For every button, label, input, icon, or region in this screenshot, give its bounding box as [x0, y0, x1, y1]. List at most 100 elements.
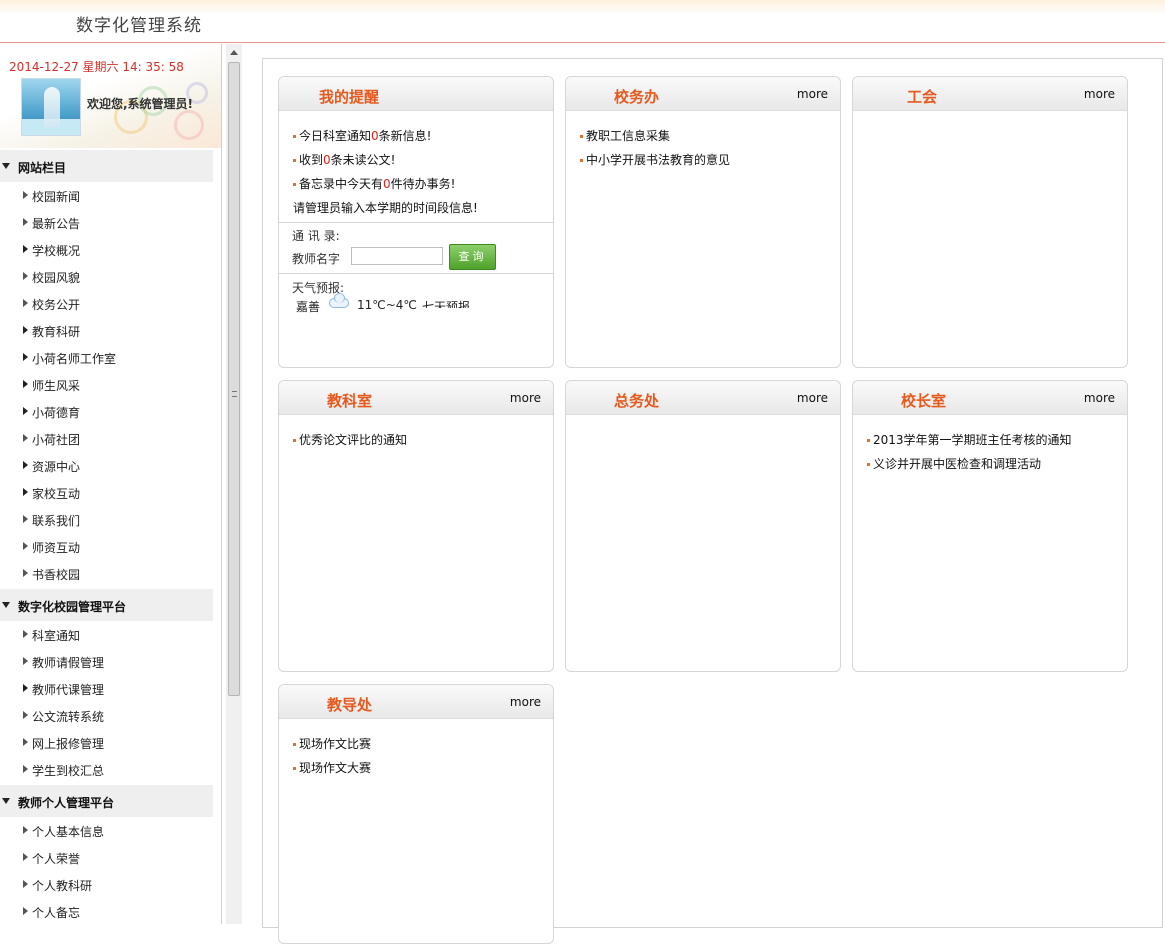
menu-item-label: 家校互动	[32, 487, 81, 501]
menu-item[interactable]: 师生风采	[0, 371, 221, 398]
caret-down-icon	[2, 798, 10, 804]
menu-item[interactable]: 校园风貌	[0, 263, 221, 290]
menu-item-label: 小荷名师工作室	[32, 352, 117, 366]
menu-item-label: 校务公开	[32, 298, 81, 312]
panel-header: 校长室 more	[853, 381, 1127, 415]
menu-item-label: 联系我们	[32, 514, 81, 528]
menu-item-label: 最新公告	[32, 217, 81, 231]
panel-school-affairs: 校务办 more 教职工信息采集 中小学开展书法教育的意见	[565, 76, 841, 368]
menu-item[interactable]: 校园新闻	[0, 182, 221, 209]
menu-item[interactable]: 个人教科研	[0, 871, 221, 898]
caret-right-icon	[23, 684, 28, 692]
panel-title: 校务办	[614, 88, 660, 106]
menu-item-label: 个人教科研	[32, 879, 93, 893]
caret-right-icon	[23, 326, 28, 334]
list-item[interactable]: 收到0条未读公文!	[291, 151, 478, 175]
list-item[interactable]: 义诊并开展中医检查和调理活动	[865, 455, 1072, 479]
user-info-box: 2014-12-27 星期六 14: 35: 58 欢迎您,系统管理员!	[0, 44, 221, 148]
menu-item[interactable]: 联系我们	[0, 506, 221, 533]
menu-item[interactable]: 家校互动	[0, 479, 221, 506]
decorative-rings	[110, 80, 220, 148]
news-list: 2013学年第一学期班主任考核的通知 义诊并开展中医检查和调理活动	[865, 431, 1072, 479]
menu-item[interactable]: 小荷名师工作室	[0, 344, 221, 371]
menu-item[interactable]: 个人基本信息	[0, 817, 221, 844]
menu-item-label: 个人基本信息	[32, 825, 105, 839]
menu-item-label: 校园风貌	[32, 271, 81, 285]
menu-item-label: 学校概况	[32, 244, 81, 258]
menu-item[interactable]: 小荷社团	[0, 425, 221, 452]
menu-item[interactable]: 网上报修管理	[0, 729, 221, 756]
teacher-name-input[interactable]	[351, 247, 443, 265]
seven-day-forecast-link[interactable]: 七天预报	[422, 298, 470, 308]
panel-header: 我的提醒	[279, 77, 553, 111]
sidebar-scrollbar[interactable]	[226, 44, 242, 924]
caret-right-icon	[23, 488, 28, 496]
list-item[interactable]: 2013学年第一学期班主任考核的通知	[865, 431, 1072, 455]
menu-item-label: 师生风采	[32, 379, 81, 393]
more-link[interactable]: more	[510, 695, 541, 709]
panel-guidance: 教导处 more 现场作文比赛 现场作文大赛	[278, 684, 554, 944]
caret-right-icon	[23, 380, 28, 388]
news-list: 优秀论文评比的通知	[291, 431, 407, 455]
teacher-name-label: 教师名字	[292, 252, 341, 266]
menu-group-teacher-personal[interactable]: 教师个人管理平台	[0, 785, 213, 817]
panel-header: 总务处 more	[566, 381, 840, 415]
menu-item-label: 师资互动	[32, 541, 81, 555]
sidebar-menu: 网站栏目 校园新闻 最新公告 学校概况 校园风貌 校务公开 教育科研 小荷名师工…	[0, 150, 221, 924]
caret-right-icon	[23, 630, 28, 638]
scroll-up-arrow-icon[interactable]	[230, 50, 238, 55]
panel-general-affairs: 总务处 more	[565, 380, 841, 672]
more-link[interactable]: more	[510, 391, 541, 405]
caret-right-icon	[23, 407, 28, 415]
more-link[interactable]: more	[1084, 391, 1115, 405]
caret-right-icon	[23, 191, 28, 199]
system-title: 数字化管理系统	[76, 16, 202, 36]
menu-item[interactable]: 科室通知	[0, 621, 221, 648]
more-link[interactable]: more	[797, 391, 828, 405]
caret-right-icon	[23, 826, 28, 834]
menu-item[interactable]: 资源中心	[0, 452, 221, 479]
panel-title: 教导处	[327, 696, 373, 714]
list-item[interactable]: 现场作文大赛	[291, 759, 371, 783]
menu-item-label: 个人荣誉	[32, 852, 81, 866]
menu-item[interactable]: 公文流转系统	[0, 702, 221, 729]
caret-right-icon	[23, 738, 28, 746]
menu-item[interactable]: 师资互动	[0, 533, 221, 560]
scroll-thumb[interactable]	[228, 62, 240, 696]
menu-group-label: 网站栏目	[18, 161, 67, 175]
panel-title: 教科室	[327, 392, 373, 410]
menu-item-label: 学生到校汇总	[32, 764, 105, 778]
menu-item[interactable]: 教师代课管理	[0, 675, 221, 702]
more-link[interactable]: more	[797, 87, 828, 101]
caret-right-icon	[23, 657, 28, 665]
caret-right-icon	[23, 245, 28, 253]
menu-item[interactable]: 书香校园	[0, 560, 221, 587]
menu-group-digital-campus[interactable]: 数字化校园管理平台	[0, 589, 213, 621]
caret-right-icon	[23, 434, 28, 442]
menu-item[interactable]: 个人荣誉	[0, 844, 221, 871]
menu-item[interactable]: 学校概况	[0, 236, 221, 263]
menu-group-website[interactable]: 网站栏目	[0, 150, 213, 182]
caret-right-icon	[23, 218, 28, 226]
panel-title: 校长室	[901, 392, 947, 410]
menu-item[interactable]: 学生到校汇总	[0, 756, 221, 783]
more-link[interactable]: more	[1084, 87, 1115, 101]
list-item[interactable]: 今日科室通知0条新信息!	[291, 127, 478, 151]
query-button[interactable]: 查询	[449, 244, 496, 270]
menu-item-label: 教师请假管理	[32, 656, 105, 670]
menu-item[interactable]: 教育科研	[0, 317, 221, 344]
list-item[interactable]: 现场作文比赛	[291, 735, 371, 759]
menu-item-label: 小荷德育	[32, 406, 81, 420]
list-item[interactable]: 中小学开展书法教育的意见	[578, 151, 730, 175]
menu-item[interactable]: 小荷德育	[0, 398, 221, 425]
menu-item[interactable]: 校务公开	[0, 290, 221, 317]
caret-right-icon	[23, 515, 28, 523]
list-item[interactable]: 教职工信息采集	[578, 127, 730, 151]
panel-principal: 校长室 more 2013学年第一学期班主任考核的通知 义诊并开展中医检查和调理…	[852, 380, 1128, 672]
list-item[interactable]: 优秀论文评比的通知	[291, 431, 407, 455]
semester-notice[interactable]: 请管理员输入本学期的时间段信息!	[291, 199, 478, 223]
menu-item[interactable]: 教师请假管理	[0, 648, 221, 675]
list-item[interactable]: 备忘录中今天有0件待办事务!	[291, 175, 478, 199]
menu-item[interactable]: 最新公告	[0, 209, 221, 236]
menu-item[interactable]: 个人备忘	[0, 898, 221, 924]
